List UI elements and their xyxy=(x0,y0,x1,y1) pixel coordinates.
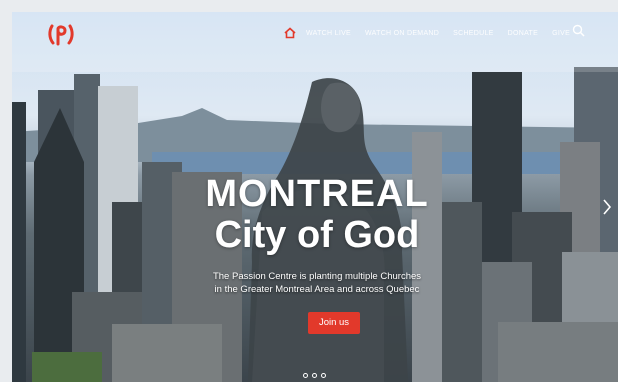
carousel-dot[interactable] xyxy=(321,373,326,378)
chevron-right-icon[interactable] xyxy=(602,198,612,216)
nav-watch-live[interactable]: WATCH LIVE xyxy=(306,30,351,37)
nav-schedule[interactable]: SCHEDULE xyxy=(453,30,494,37)
nav-menu: WATCH LIVE WATCH ON DEMAND SCHEDULE DONA… xyxy=(284,25,584,41)
nav-donate[interactable]: DONATE xyxy=(508,30,538,37)
nav-give[interactable]: GIVE xyxy=(552,30,570,37)
top-navigation: WATCH LIVE WATCH ON DEMAND SCHEDULE DONA… xyxy=(12,12,618,52)
hero-section: WATCH LIVE WATCH ON DEMAND SCHEDULE DONA… xyxy=(12,12,618,382)
carousel-indicators xyxy=(303,373,326,378)
join-us-button[interactable]: Join us xyxy=(308,312,360,334)
hero-subtitle: The Passion Centre is planting multiple … xyxy=(182,270,452,296)
passion-centre-logo[interactable] xyxy=(46,18,76,48)
nav-watch-on-demand[interactable]: WATCH ON DEMAND xyxy=(365,30,439,37)
hero-subtitle-line2: in the Greater Montreal Area and across … xyxy=(214,284,420,295)
hero-title-line1: MONTREAL xyxy=(205,173,429,215)
home-icon[interactable] xyxy=(284,27,296,39)
search-icon[interactable] xyxy=(572,24,585,37)
carousel-dot[interactable] xyxy=(303,373,308,378)
carousel-dot[interactable] xyxy=(312,373,317,378)
hero-title-line2: City of God xyxy=(214,214,420,256)
hero-subtitle-line1: The Passion Centre is planting multiple … xyxy=(212,271,422,282)
